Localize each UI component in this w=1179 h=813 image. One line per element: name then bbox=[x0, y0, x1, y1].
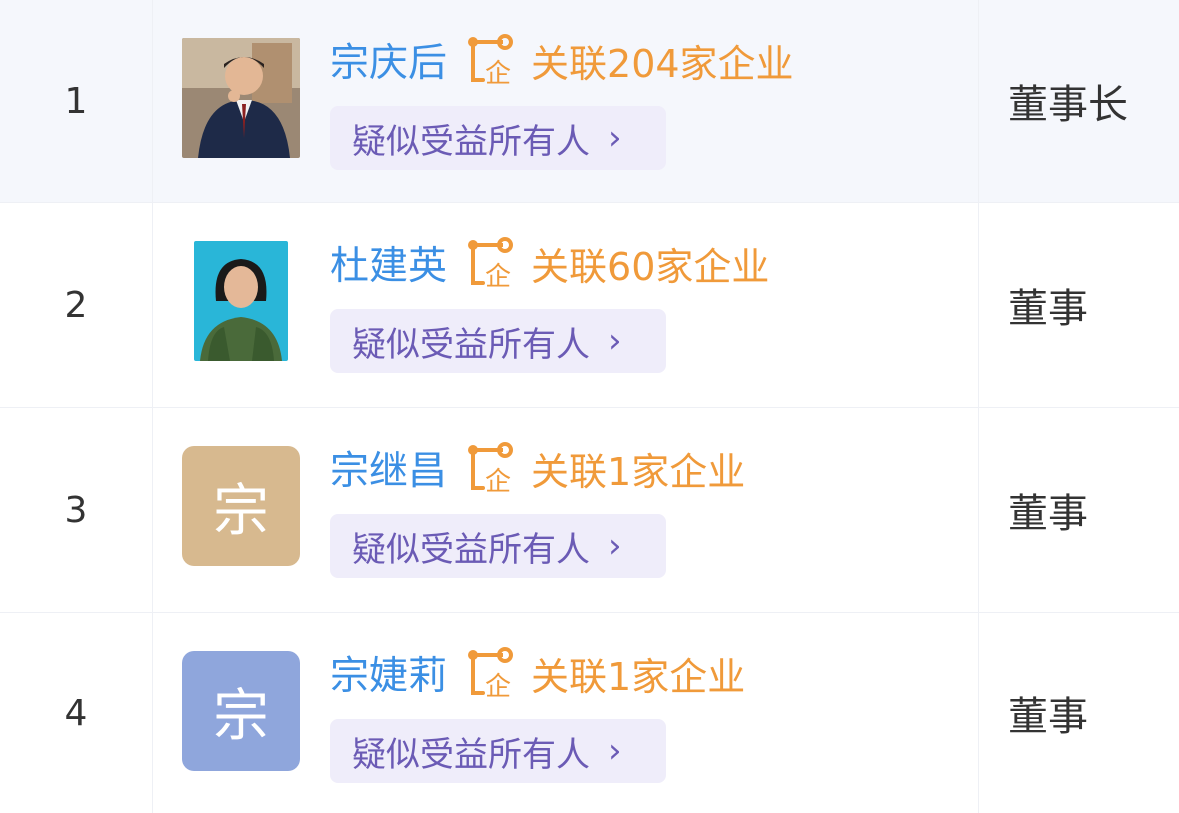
row-index: 4 bbox=[0, 613, 153, 813]
role-cell: 董事 bbox=[1008, 491, 1088, 537]
related-companies-link[interactable]: 关联60家企业 bbox=[531, 236, 769, 291]
avatar-letter: 宗 bbox=[213, 683, 269, 749]
avatar[interactable] bbox=[182, 38, 300, 158]
person-name[interactable]: 宗继昌 bbox=[330, 440, 447, 496]
enterprise-link-icon: 企 bbox=[461, 32, 517, 89]
row-index: 1 bbox=[0, 0, 153, 202]
related-companies-link[interactable]: 关联1家企业 bbox=[531, 646, 745, 701]
avatar[interactable] bbox=[194, 241, 288, 361]
svg-text:企: 企 bbox=[485, 672, 511, 701]
badge-label: 疑似受益所有人 bbox=[352, 324, 590, 365]
beneficial-owner-badge[interactable]: 疑似受益所有人 › bbox=[330, 514, 666, 578]
table-row: 2 杜建英 企 关联60家企业 疑似受益所有人 › 董事 bbox=[0, 203, 1179, 408]
person-name[interactable]: 杜建英 bbox=[330, 235, 447, 291]
chevron-right-icon: › bbox=[608, 526, 622, 566]
role-cell: 董事 bbox=[1008, 286, 1088, 332]
person-name[interactable]: 宗婕莉 bbox=[330, 645, 447, 701]
beneficial-owner-badge[interactable]: 疑似受益所有人 › bbox=[330, 106, 666, 170]
avatar[interactable]: 宗 bbox=[182, 446, 300, 566]
badge-label: 疑似受益所有人 bbox=[352, 734, 590, 775]
name-line: 杜建英 企 关联60家企业 bbox=[330, 233, 769, 293]
name-line: 宗庆后 企 关联204家企业 bbox=[330, 30, 794, 90]
person-cell: 宗庆后 企 关联204家企业 疑似受益所有人 › bbox=[152, 0, 979, 202]
related-companies-link[interactable]: 关联1家企业 bbox=[531, 441, 745, 496]
related-companies-link[interactable]: 关联204家企业 bbox=[531, 33, 794, 88]
row-index: 3 bbox=[0, 408, 153, 612]
person-name[interactable]: 宗庆后 bbox=[330, 32, 447, 88]
role-cell: 董事长 bbox=[1008, 82, 1128, 128]
chevron-right-icon: › bbox=[608, 321, 622, 361]
svg-text:企: 企 bbox=[485, 467, 511, 496]
enterprise-link-icon: 企 bbox=[461, 645, 517, 702]
person-cell: 杜建英 企 关联60家企业 疑似受益所有人 › bbox=[152, 203, 979, 407]
table-row: 1 宗庆后 企 关联204家企业 疑似受益所有人 › 董事长 bbox=[0, 0, 1179, 203]
svg-text:企: 企 bbox=[485, 262, 511, 291]
enterprise-link-icon: 企 bbox=[461, 440, 517, 497]
avatar[interactable]: 宗 bbox=[182, 651, 300, 771]
role-cell: 董事 bbox=[1008, 694, 1088, 740]
beneficial-owner-badge[interactable]: 疑似受益所有人 › bbox=[330, 309, 666, 373]
avatar-letter: 宗 bbox=[213, 478, 269, 544]
table-row: 3 宗 宗继昌 企 关联1家企业 疑似受益所有人 › 董事 bbox=[0, 408, 1179, 613]
beneficial-owner-badge[interactable]: 疑似受益所有人 › bbox=[330, 719, 666, 783]
name-line: 宗继昌 企 关联1家企业 bbox=[330, 438, 745, 498]
chevron-right-icon: › bbox=[608, 731, 622, 771]
badge-label: 疑似受益所有人 bbox=[352, 121, 590, 162]
table-row: 4 宗 宗婕莉 企 关联1家企业 疑似受益所有人 › 董事 bbox=[0, 613, 1179, 813]
person-cell: 宗 宗继昌 企 关联1家企业 疑似受益所有人 › bbox=[152, 408, 979, 612]
row-index: 2 bbox=[0, 203, 153, 407]
svg-text:企: 企 bbox=[485, 59, 511, 88]
badge-label: 疑似受益所有人 bbox=[352, 529, 590, 570]
personnel-table: 1 宗庆后 企 关联204家企业 疑似受益所有人 › 董事长 2 杜建英 企 关… bbox=[0, 0, 1179, 813]
chevron-right-icon: › bbox=[608, 118, 622, 158]
enterprise-link-icon: 企 bbox=[461, 235, 517, 292]
name-line: 宗婕莉 企 关联1家企业 bbox=[330, 643, 745, 703]
person-cell: 宗 宗婕莉 企 关联1家企业 疑似受益所有人 › bbox=[152, 613, 979, 813]
